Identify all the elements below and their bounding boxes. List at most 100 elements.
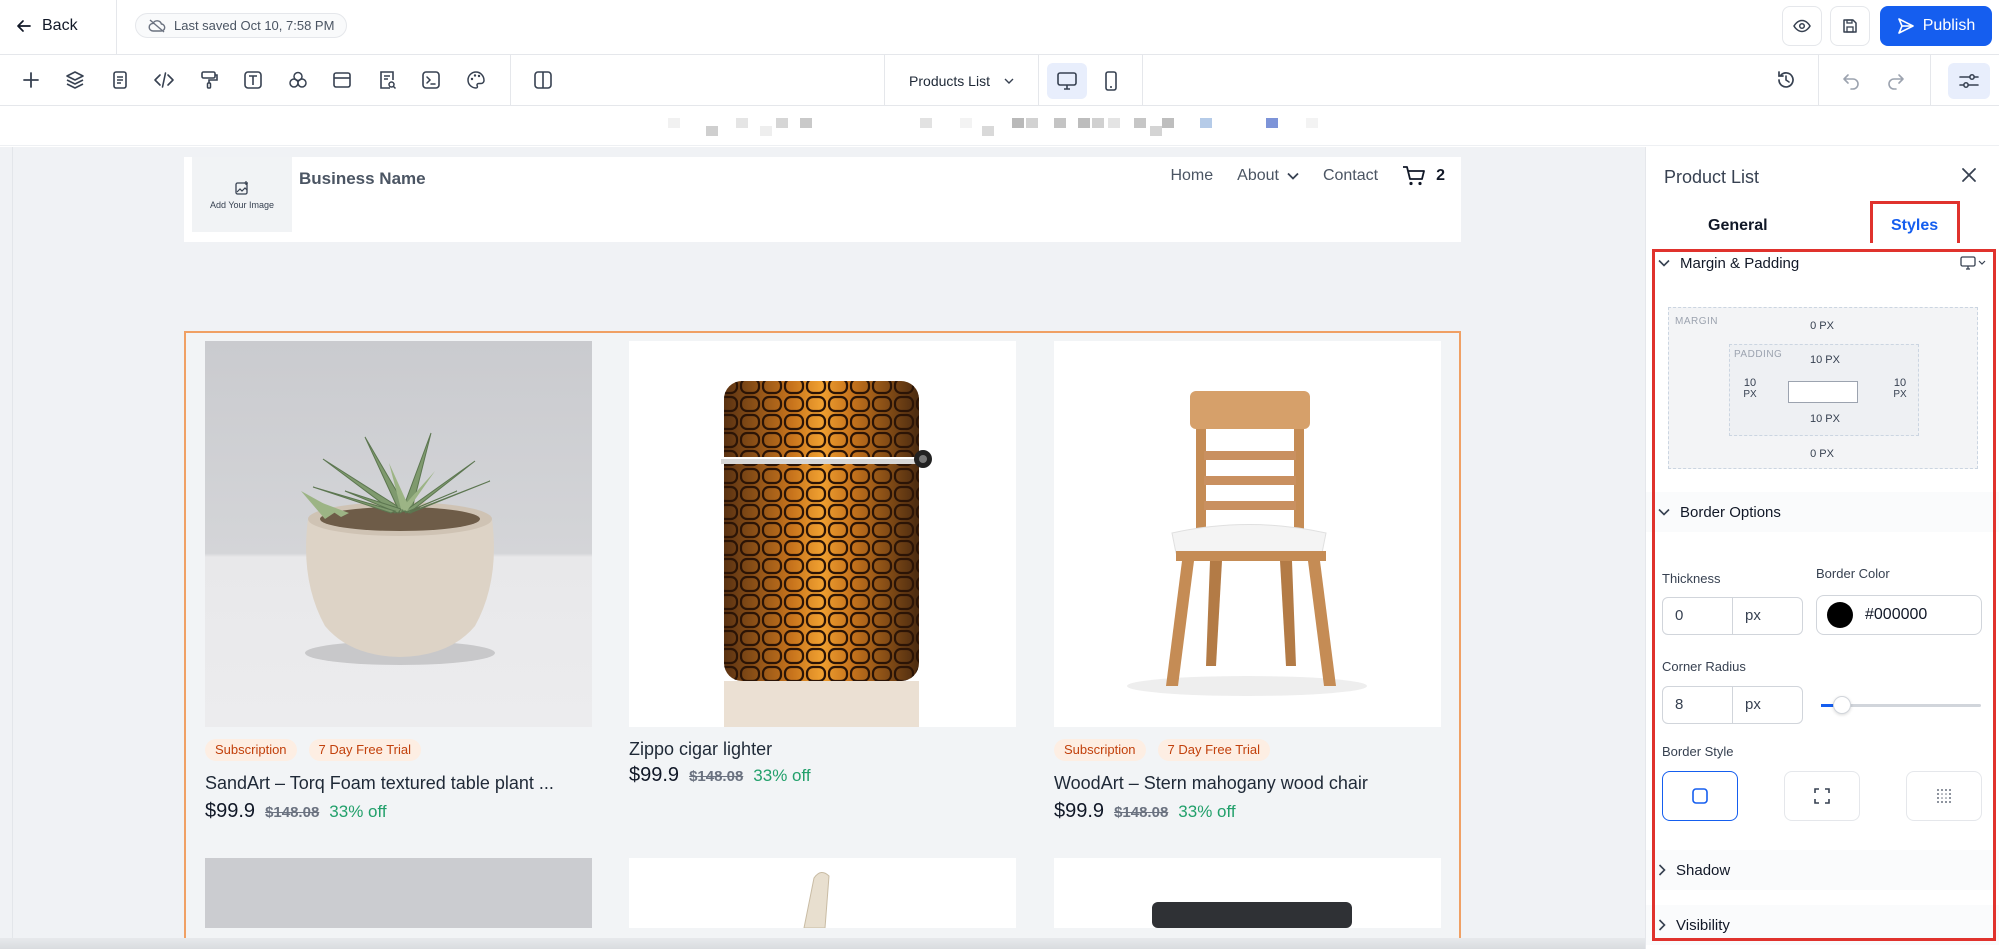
corner-radius-slider[interactable]: [1821, 696, 1981, 714]
logo-placeholder[interactable]: Add Your Image: [192, 157, 292, 232]
product-card[interactable]: Subscription 7 Day Free Trial WoodArt – …: [1054, 341, 1441, 823]
code-button[interactable]: [151, 67, 177, 93]
padding-right-value[interactable]: 10 PX: [1886, 377, 1914, 400]
border-style-label: Border Style: [1662, 744, 1734, 759]
sliders-icon: [1959, 74, 1979, 88]
thickness-input[interactable]: 0 px: [1662, 597, 1803, 635]
product-image-partial[interactable]: [629, 858, 1016, 929]
business-name: Business Name: [299, 169, 426, 188]
pixel-block: [1150, 126, 1162, 136]
chevron-right-icon: [1658, 919, 1666, 931]
panel-title: Product List: [1664, 167, 1760, 187]
sections-button[interactable]: [329, 67, 355, 93]
section-visibility[interactable]: Visibility: [1646, 905, 1999, 945]
split-view-icon: [534, 71, 552, 89]
forms-button[interactable]: [374, 67, 400, 93]
site-nav: Home About Contact 2: [1170, 165, 1445, 187]
divider: [116, 0, 117, 55]
margin-top-value[interactable]: 0 PX: [1797, 320, 1847, 332]
section-margin-padding[interactable]: Margin & Padding: [1646, 243, 1999, 283]
pages-button[interactable]: [107, 67, 133, 93]
theme-button[interactable]: [463, 67, 489, 93]
pixel-block: [760, 126, 772, 136]
margin-bottom-value[interactable]: 0 PX: [1797, 448, 1847, 460]
settings-panel-button[interactable]: [1948, 63, 1990, 99]
product-image[interactable]: [1054, 341, 1441, 727]
product-card[interactable]: Zippo cigar lighter $99.9 $148.08 33% of…: [629, 341, 1016, 787]
padding-top-value[interactable]: 10 PX: [1800, 354, 1850, 366]
site-header[interactable]: Add Your Image Business Name Home About …: [184, 157, 1461, 242]
thickness-unit[interactable]: px: [1733, 598, 1802, 634]
desktop-view-button[interactable]: [1047, 63, 1087, 99]
publish-button[interactable]: Publish: [1880, 6, 1992, 46]
padding-bottom-value[interactable]: 10 PX: [1800, 413, 1850, 425]
mobile-view-button[interactable]: [1091, 63, 1131, 99]
cloud-off-icon: [148, 18, 166, 33]
border-color-label: Border Color: [1816, 566, 1890, 581]
section-title: Visibility: [1676, 916, 1730, 934]
price-row: $99.9 $148.08 33% off: [205, 800, 592, 823]
text-button[interactable]: [240, 67, 266, 93]
back-button[interactable]: Back: [16, 14, 78, 38]
responsive-device-select[interactable]: [1960, 256, 1986, 270]
dashed-corners-icon: [1814, 788, 1830, 804]
chevron-down-icon: [1978, 260, 1986, 265]
product-name[interactable]: SandArt – Torq Foam textured table plant…: [205, 773, 592, 794]
lighter-image: [721, 381, 932, 727]
redo-button[interactable]: [1883, 67, 1909, 93]
history-icon: [1778, 71, 1794, 88]
color-swatch[interactable]: [1827, 602, 1853, 628]
product-image-partial[interactable]: [205, 858, 592, 928]
section-shadow[interactable]: Shadow: [1646, 850, 1999, 890]
padding-left-value[interactable]: 10 PX: [1736, 377, 1764, 400]
nav-item-home[interactable]: Home: [1170, 167, 1213, 185]
slider-thumb[interactable]: [1832, 696, 1851, 714]
tab-general[interactable]: General: [1708, 217, 1768, 235]
plus-icon: [23, 72, 39, 88]
undo-button[interactable]: [1838, 67, 1864, 93]
nav-item-contact[interactable]: Contact: [1323, 167, 1378, 185]
cart-icon: [1403, 166, 1425, 186]
section-border-options[interactable]: Border Options: [1646, 492, 1999, 532]
product-name[interactable]: Zippo cigar lighter: [629, 739, 1016, 760]
product-image[interactable]: [629, 341, 1016, 727]
add-element-button[interactable]: [18, 67, 44, 93]
history-button[interactable]: [1773, 67, 1799, 93]
product-image-partial[interactable]: [1054, 858, 1441, 928]
tab-styles[interactable]: Styles: [1891, 217, 1938, 235]
corner-radius-input[interactable]: 8 px: [1662, 686, 1803, 724]
nav-item-about[interactable]: About: [1237, 167, 1299, 185]
page-selector[interactable]: Products List: [884, 55, 1039, 106]
styles-button[interactable]: [196, 67, 222, 93]
border-color-value[interactable]: #000000: [1865, 606, 1927, 624]
terminal-icon: [422, 71, 440, 89]
elements-button[interactable]: [285, 67, 311, 93]
thickness-value[interactable]: 0: [1663, 598, 1733, 634]
preview-button[interactable]: [1782, 6, 1822, 46]
product-list[interactable]: Subscription 7 Day Free Trial SandArt – …: [184, 331, 1461, 949]
corner-radius-unit[interactable]: px: [1733, 687, 1802, 723]
border-style-dotted-button[interactable]: [1906, 771, 1982, 821]
border-color-input[interactable]: #000000: [1816, 595, 1982, 635]
custom-js-button[interactable]: [418, 67, 444, 93]
pixel-block: [1134, 118, 1146, 128]
split-view-button[interactable]: [530, 67, 556, 93]
notebook-image: [1152, 902, 1352, 928]
guitar-image: [803, 872, 830, 929]
product-card[interactable]: Subscription 7 Day Free Trial SandArt – …: [205, 341, 592, 823]
close-panel-button[interactable]: [1957, 163, 1981, 187]
cart-button[interactable]: 2: [1402, 165, 1445, 187]
border-style-dashed-button[interactable]: [1784, 771, 1860, 821]
desktop-icon: [1057, 72, 1077, 90]
border-style-solid-button[interactable]: [1662, 771, 1738, 821]
section-title: Border Options: [1680, 503, 1781, 521]
nav-item-about-label: About: [1237, 167, 1279, 184]
layers-button[interactable]: [62, 67, 88, 93]
save-button[interactable]: [1830, 6, 1870, 46]
top-bar: Back Last saved Oct 10, 7:58 PM Publish: [0, 0, 1999, 55]
discount-label: 33% off: [753, 766, 811, 785]
product-image[interactable]: [205, 341, 592, 727]
corner-radius-value[interactable]: 8: [1663, 687, 1733, 723]
product-name[interactable]: WoodArt – Stern mahogany wood chair: [1054, 773, 1441, 794]
save-status: Last saved Oct 10, 7:58 PM: [135, 13, 348, 38]
